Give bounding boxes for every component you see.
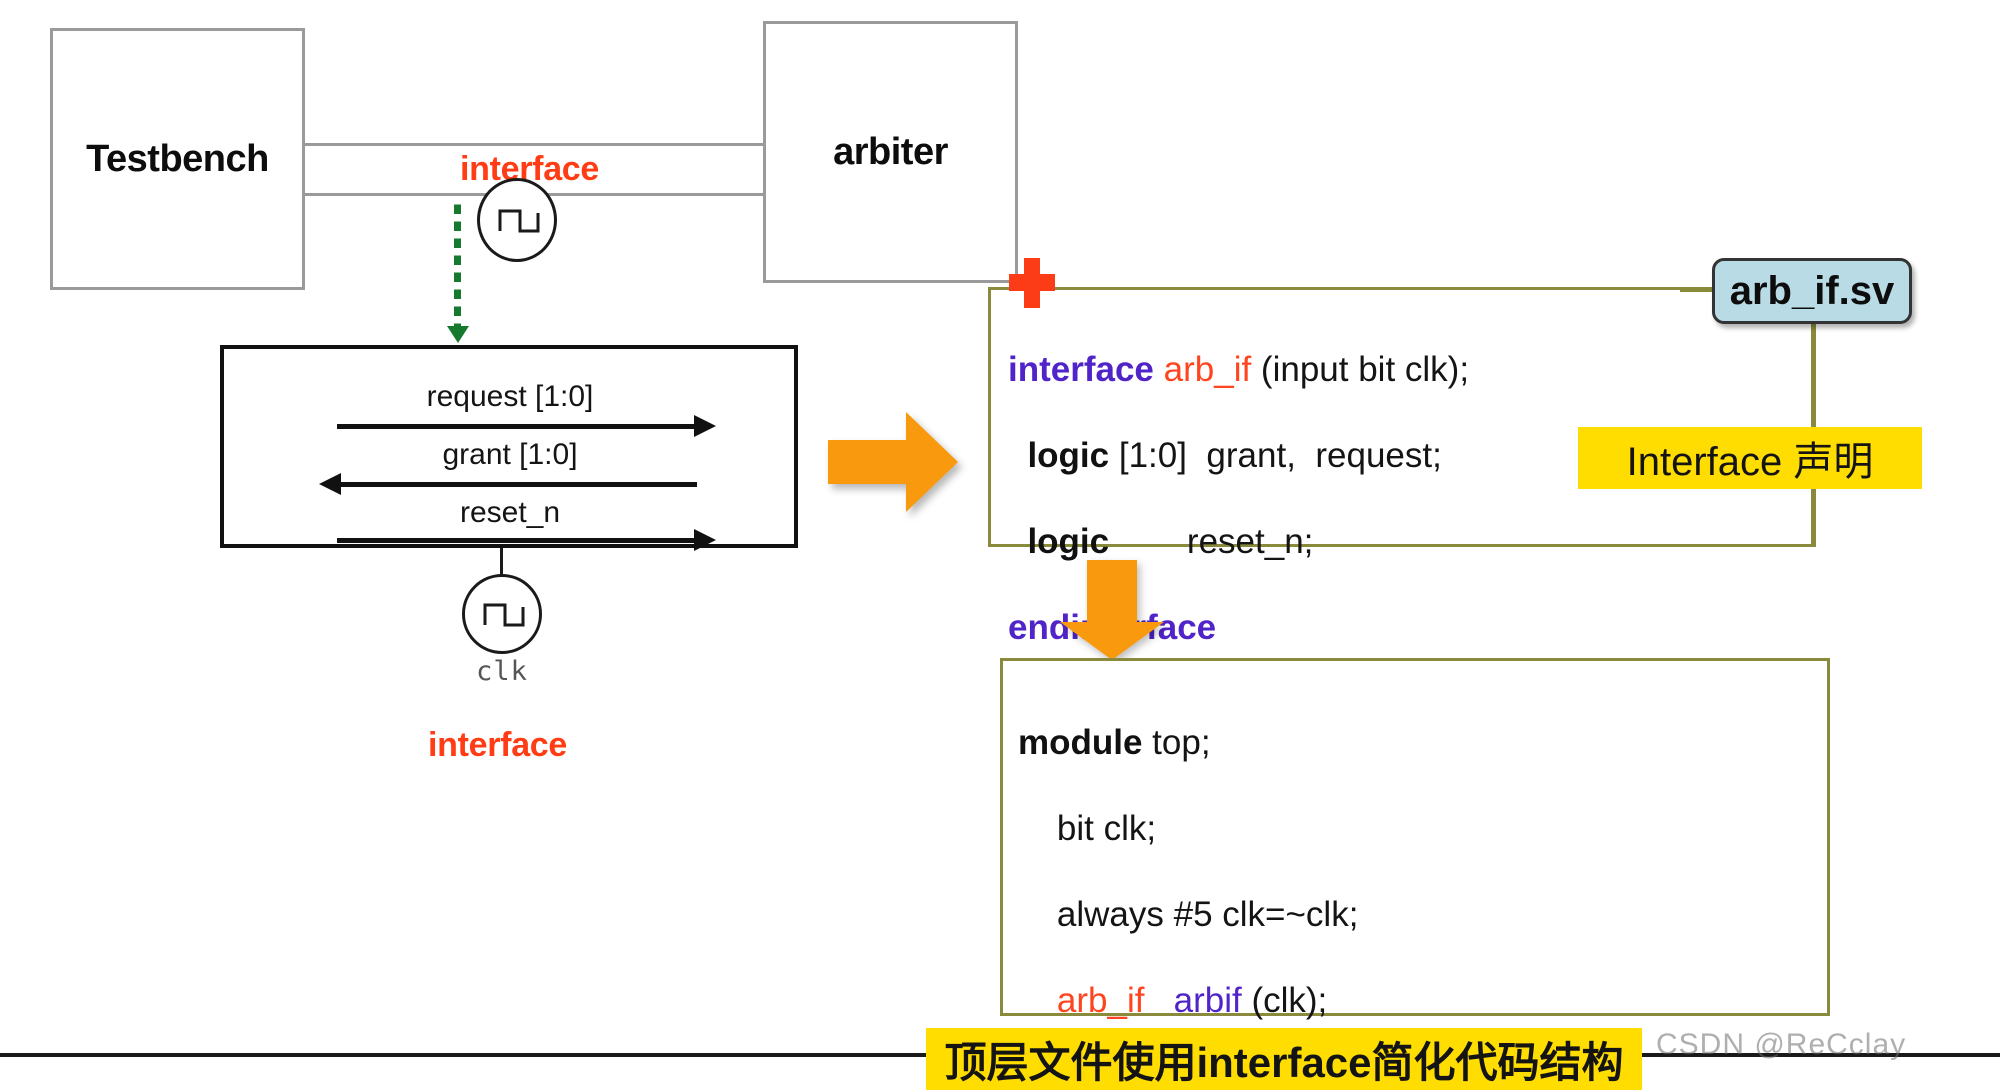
code-line1-rest: (input bit clk);: [1251, 350, 1470, 389]
code-line-arbif-inst: arb_if arbif (clk);: [1018, 979, 1818, 1022]
signal-arrowhead-request-icon: [694, 415, 716, 437]
signal-arrowhead-reset-n-icon: [694, 529, 716, 551]
interface-declaration-annotation: Interface 声明: [1578, 427, 1922, 489]
identifier-arb-if: arb_if: [1163, 350, 1252, 389]
interface-declaration-label: Interface 声明: [1626, 440, 1874, 484]
watermark-label: CSDN @ReCclay: [1656, 1028, 1907, 1061]
bus-line-upper: [303, 143, 765, 146]
signal-label-reset-n: reset_n: [459, 496, 561, 529]
signal-line-request: [337, 424, 697, 429]
red-cross-icon: [1009, 258, 1055, 313]
keyword-logic-1: logic: [1027, 436, 1110, 475]
module-line4-rest: (clk);: [1241, 981, 1328, 1020]
module-line4-gap: [1144, 981, 1173, 1020]
code-line2-rest: [1:0] grant, request;: [1109, 436, 1442, 475]
square-wave-icon: [498, 209, 540, 233]
interface-label-bottom: interface: [428, 726, 567, 765]
keyword-interface: interface: [1008, 350, 1154, 389]
orange-down-arrow-icon: [1060, 560, 1164, 665]
module-line4-indent: [1018, 981, 1057, 1020]
interface-label-bottom-text: interface: [428, 726, 568, 764]
testbench-block: Testbench: [50, 28, 305, 290]
square-wave-icon: [483, 603, 525, 627]
clock-symbol-top: [477, 178, 557, 262]
type-arb-if: arb_if: [1056, 981, 1145, 1020]
module-line1-rest: top;: [1142, 723, 1211, 762]
arbiter-block: arbiter: [763, 21, 1018, 283]
clk-caption: clk: [476, 656, 528, 687]
code-line-module-top: module top;: [1018, 721, 1818, 764]
code-line3-rest: reset_n;: [1109, 522, 1314, 561]
top-file-note-label: 顶层文件使用interface简化代码结构: [944, 1038, 1624, 1086]
keyword-logic-2: logic: [1027, 522, 1110, 561]
top-file-note-annotation: 顶层文件使用interface简化代码结构: [926, 1028, 1642, 1090]
arbiter-label: arbiter: [833, 130, 948, 173]
signal-line-reset-n: [337, 538, 697, 543]
testbench-label: Testbench: [86, 137, 269, 180]
orange-right-arrow-icon: [828, 412, 958, 517]
callout-leader-vertical: [1811, 300, 1814, 547]
green-dotted-line: [454, 200, 461, 328]
code-line-always-clk: always #5 clk=~clk;: [1018, 895, 1359, 934]
instance-arbif-1: arbif: [1173, 981, 1242, 1020]
arb-if-sv-callout: arb_if.sv: [1712, 258, 1912, 324]
green-arrowhead-icon: [447, 326, 469, 343]
slide-canvas: Testbench arbiter interface request [1:0…: [0, 0, 2000, 1090]
callout-filename-label: arb_if.sv: [1729, 268, 1895, 313]
code-line-bit-clk: bit clk;: [1018, 809, 1157, 848]
code-line-logic-reset: logic reset_n;: [1008, 520, 1808, 563]
signal-label-request: request [1:0]: [426, 380, 594, 413]
signal-label-grant: grant [1:0]: [442, 438, 578, 471]
signal-arrowhead-grant-icon: [319, 473, 341, 495]
code-line-interface-decl: interface arb_if (input bit clk);: [1008, 348, 1808, 391]
keyword-module: module: [1018, 723, 1143, 762]
signal-line-grant: [337, 482, 697, 487]
clock-symbol-bottom: [462, 574, 542, 654]
